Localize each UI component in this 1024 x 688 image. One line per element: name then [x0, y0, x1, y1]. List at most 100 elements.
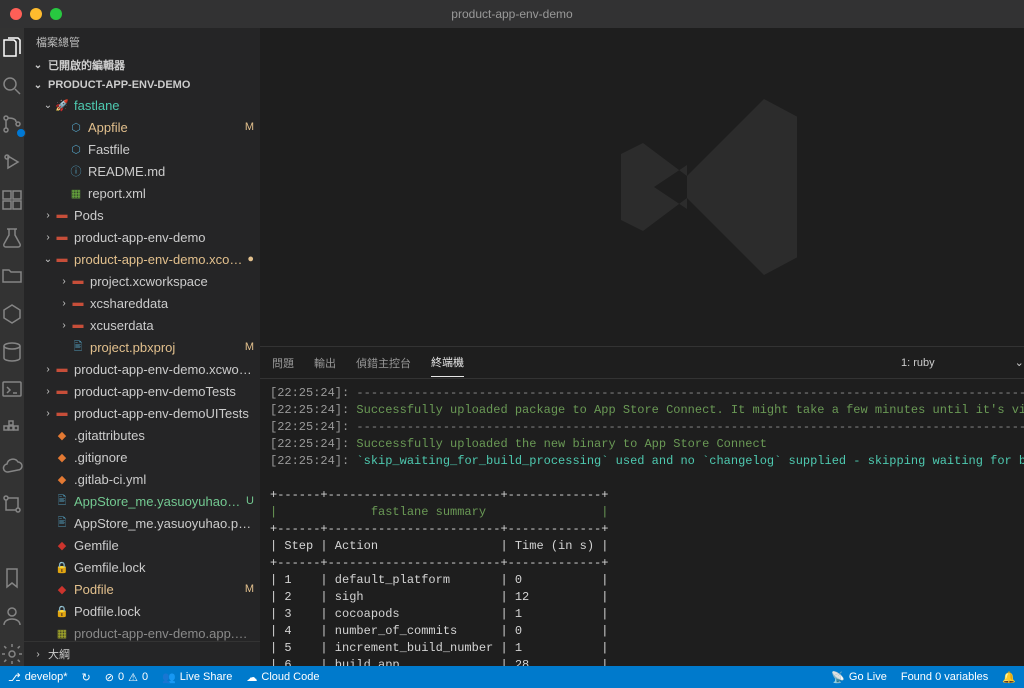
docker-icon[interactable]	[0, 416, 24, 440]
project-label: PRODUCT-APP-ENV-DEMO	[48, 79, 190, 91]
file-gemfile[interactable]: ◆Gemfile	[24, 534, 260, 556]
folder-demo[interactable]: ›▬product-app-env-demo	[24, 226, 260, 248]
folder-xcodeproj[interactable]: ⌄▬product-app-env-demo.xcodeproj●	[24, 248, 260, 270]
sidebar-title: 檔案總管	[24, 28, 260, 54]
git-modified-badge: M	[245, 121, 254, 133]
status-branch[interactable]: ⎇develop*	[8, 671, 68, 684]
folder-icon: ▬	[54, 229, 70, 245]
git-compare-icon[interactable]	[0, 492, 24, 516]
status-variables[interactable]: Found 0 variables	[901, 671, 988, 684]
folder-uitests[interactable]: ›▬product-app-env-demoUITests	[24, 402, 260, 424]
gitlab-icon: ◆	[54, 471, 70, 487]
close-window-icon[interactable]	[10, 8, 22, 20]
folder-workspace[interactable]: ›▬project.xcworkspace	[24, 270, 260, 292]
folder-tests[interactable]: ›▬product-app-env-demoTests	[24, 380, 260, 402]
warning-icon: ⚠	[128, 671, 138, 684]
settings-gear-icon[interactable]	[0, 642, 24, 666]
terminal-selector-label: 1: ruby	[901, 357, 935, 369]
empty-editor	[260, 28, 1024, 346]
maximize-window-icon[interactable]	[50, 8, 62, 20]
tab-debug-console[interactable]: 偵錯主控台	[356, 349, 411, 377]
liveshare-icon: 👥	[162, 671, 176, 684]
file-tree: ⌄🚀fastlane ⬡AppfileM ⬡Fastfile ⓘ README.m…	[24, 94, 260, 641]
file-appstore2[interactable]: 🖹AppStore_me.yasuoyuhao.product-app-…	[24, 512, 260, 534]
file-icon: 🖹	[70, 339, 86, 355]
folder-pods[interactable]: ›▬Pods	[24, 204, 260, 226]
file-label: product-app-env-demo.app.dSYM.zip	[74, 626, 254, 641]
status-problems[interactable]: ⊘0⚠0	[105, 671, 148, 684]
tab-output[interactable]: 輸出	[314, 349, 336, 377]
file-label: Gemfile.lock	[74, 560, 254, 575]
folder-nav-icon[interactable]	[0, 264, 24, 288]
window-title: product-app-env-demo	[451, 7, 572, 21]
title-bar: product-app-env-demo	[0, 0, 1024, 28]
account-icon[interactable]	[0, 604, 24, 628]
folder-xcuser[interactable]: ›▬xcuserdata	[24, 314, 260, 336]
file-label: product-app-env-demo	[74, 230, 254, 245]
broadcast-icon: 📡	[831, 671, 845, 684]
file-podfile[interactable]: ◆PodfileM	[24, 578, 260, 600]
status-sync[interactable]: ↻	[82, 671, 91, 684]
open-editors-section[interactable]: ⌄已開啟的編輯器	[24, 54, 260, 76]
file-label: .gitattributes	[74, 428, 254, 443]
file-report[interactable]: ▦ report.xml	[24, 182, 260, 204]
file-label: fastlane	[74, 98, 254, 113]
folder-icon: ▬	[54, 383, 70, 399]
folder-fastlane[interactable]: ⌄🚀fastlane	[24, 94, 260, 116]
status-liveshare[interactable]: 👥Live Share	[162, 671, 232, 684]
file-readme[interactable]: ⓘ README.md	[24, 160, 260, 182]
project-section[interactable]: ⌄PRODUCT-APP-ENV-DEMO	[24, 76, 260, 94]
folder-icon: ▬	[54, 361, 70, 377]
markdown-icon: ⓘ	[68, 163, 84, 179]
file-gitlabci[interactable]: ◆.gitlab-ci.yml	[24, 468, 260, 490]
ruby-icon: ◆	[54, 581, 70, 597]
file-label: report.xml	[88, 186, 254, 201]
extensions-icon[interactable]	[0, 188, 24, 212]
kubernetes-icon[interactable]	[0, 302, 24, 326]
branch-label: develop*	[25, 671, 68, 683]
bottom-panel: 問題 輸出 偵錯主控台 終端機 1: ruby⌄ ＋ ▯▯ 🗑 ⌃ ✕ [22:…	[260, 346, 1024, 666]
testing-icon[interactable]	[0, 226, 24, 250]
sidebar: 檔案總管 ⌄已開啟的編輯器 ⌄PRODUCT-APP-ENV-DEMO ⌄🚀fa…	[24, 28, 260, 666]
file-gitattr[interactable]: ◆.gitattributes	[24, 424, 260, 446]
status-bell[interactable]: 🔔	[1002, 671, 1016, 684]
search-icon[interactable]	[0, 74, 24, 98]
folder-icon: ▬	[54, 207, 70, 223]
file-appstore1[interactable]: 🖹AppStore_me.yasuoyuhao.product-…U	[24, 490, 260, 512]
folder-xcshared[interactable]: ›▬xcshareddata	[24, 292, 260, 314]
outline-section[interactable]: ›大綱	[24, 641, 260, 666]
file-dsym[interactable]: ▦product-app-env-demo.app.dSYM.zip	[24, 622, 260, 641]
folder-xcworkspace[interactable]: ›▬product-app-env-demo.xcworkspace	[24, 358, 260, 380]
database-icon[interactable]	[0, 340, 24, 364]
explorer-icon[interactable]	[0, 36, 24, 60]
file-appfile[interactable]: ⬡AppfileM	[24, 116, 260, 138]
xml-icon: ▦	[68, 185, 84, 201]
editor-area: 問題 輸出 偵錯主控台 終端機 1: ruby⌄ ＋ ▯▯ 🗑 ⌃ ✕ [22:…	[260, 28, 1024, 666]
traffic-lights	[0, 8, 62, 20]
terminal-selector[interactable]: 1: ruby⌄	[901, 356, 1024, 369]
error-count: 0	[118, 671, 124, 683]
file-gitignore[interactable]: ◆.gitignore	[24, 446, 260, 468]
status-cloudcode[interactable]: ☁Cloud Code	[246, 671, 319, 684]
tab-terminal[interactable]: 終端機	[431, 348, 464, 377]
file-label: product-app-env-demo.xcworkspace	[74, 362, 254, 377]
source-control-icon[interactable]	[0, 112, 24, 136]
file-gemlock[interactable]: 🔒Gemfile.lock	[24, 556, 260, 578]
file-pbxproj[interactable]: 🖹project.pbxprojM	[24, 336, 260, 358]
file-label: README.md	[88, 164, 254, 179]
file-icon: 🖹	[54, 493, 70, 509]
cloud-icon[interactable]	[0, 454, 24, 478]
output-icon[interactable]	[0, 378, 24, 402]
file-podlock[interactable]: 🔒Podfile.lock	[24, 600, 260, 622]
terminal-output[interactable]: [22:25:24]: ----------------------------…	[260, 379, 1024, 666]
status-golive[interactable]: 📡Go Live	[831, 671, 887, 684]
file-fastfile[interactable]: ⬡Fastfile	[24, 138, 260, 160]
debug-icon[interactable]	[0, 150, 24, 174]
tab-problems[interactable]: 問題	[272, 349, 294, 377]
minimize-window-icon[interactable]	[30, 8, 42, 20]
folder-icon: ▬	[70, 317, 86, 333]
ruby-icon: ◆	[54, 537, 70, 553]
bookmark-icon[interactable]	[0, 566, 24, 590]
open-editors-label: 已開啟的編輯器	[48, 57, 125, 73]
git-modified-badge: M	[245, 341, 254, 353]
